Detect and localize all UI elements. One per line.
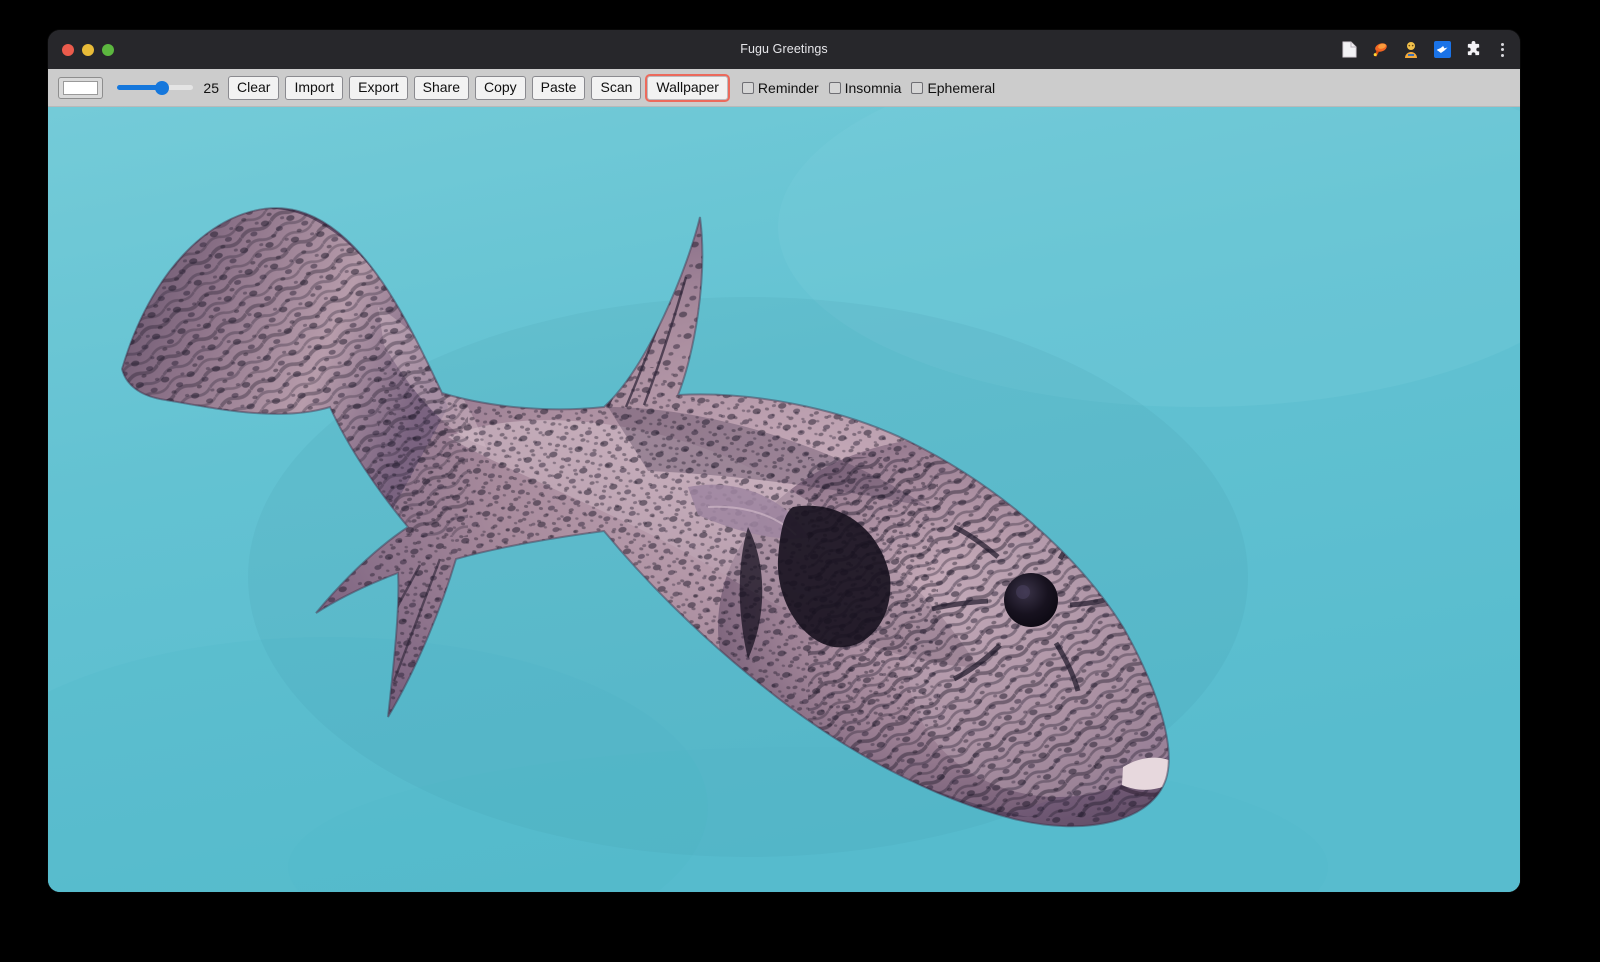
reminder-checkbox-label: Reminder (758, 80, 819, 96)
drawing-canvas[interactable] (48, 107, 1520, 892)
share-button[interactable]: Share (414, 76, 469, 100)
extension-color-picker-icon[interactable] (1370, 40, 1390, 60)
extensions-puzzle-icon[interactable] (1463, 40, 1483, 60)
copy-button[interactable]: Copy (475, 76, 526, 100)
color-swatch-preview (63, 81, 98, 95)
clear-button[interactable]: Clear (228, 76, 279, 100)
scan-button[interactable]: Scan (591, 76, 641, 100)
fugu-photo (48, 107, 1520, 892)
wallpaper-button[interactable]: Wallpaper (647, 76, 728, 100)
screen: Fugu Greetings (0, 0, 1600, 962)
reminder-checkbox[interactable]: Reminder (742, 80, 819, 96)
window-title-bar: Fugu Greetings (48, 30, 1520, 69)
pen-size-slider[interactable] (117, 78, 193, 98)
chrome-menu-kebab-icon[interactable] (1494, 40, 1510, 60)
import-button[interactable]: Import (285, 76, 343, 100)
minimize-window-button[interactable] (82, 44, 94, 56)
extension-sparkle-icon[interactable] (1432, 40, 1452, 60)
slider-value-label: 25 (201, 80, 219, 96)
slider-thumb[interactable] (155, 81, 169, 95)
reminder-checkbox-box[interactable] (742, 82, 754, 94)
insomnia-checkbox-label: Insomnia (845, 80, 902, 96)
app-window: Fugu Greetings (48, 30, 1520, 892)
browser-toolbar-icons (1339, 30, 1510, 69)
insomnia-checkbox-box[interactable] (829, 82, 841, 94)
app-toolbar: 25 Clear Import Export Share Copy Paste … (48, 69, 1520, 107)
zoom-window-button[interactable] (102, 44, 114, 56)
profile-avatar-icon[interactable] (1401, 40, 1421, 60)
insomnia-checkbox[interactable]: Insomnia (829, 80, 902, 96)
paste-button[interactable]: Paste (532, 76, 586, 100)
fish-eye (1004, 573, 1058, 627)
window-title: Fugu Greetings (48, 30, 1520, 69)
close-window-button[interactable] (62, 44, 74, 56)
page-icon[interactable] (1339, 40, 1359, 60)
ephemeral-checkbox[interactable]: Ephemeral (911, 80, 995, 96)
ephemeral-checkbox-box[interactable] (911, 82, 923, 94)
traffic-light-controls (62, 44, 114, 56)
export-button[interactable]: Export (349, 76, 407, 100)
ephemeral-checkbox-label: Ephemeral (927, 80, 995, 96)
toolbar-checkbox-group: Reminder Insomnia Ephemeral (742, 80, 995, 96)
color-picker-input[interactable] (58, 77, 103, 99)
